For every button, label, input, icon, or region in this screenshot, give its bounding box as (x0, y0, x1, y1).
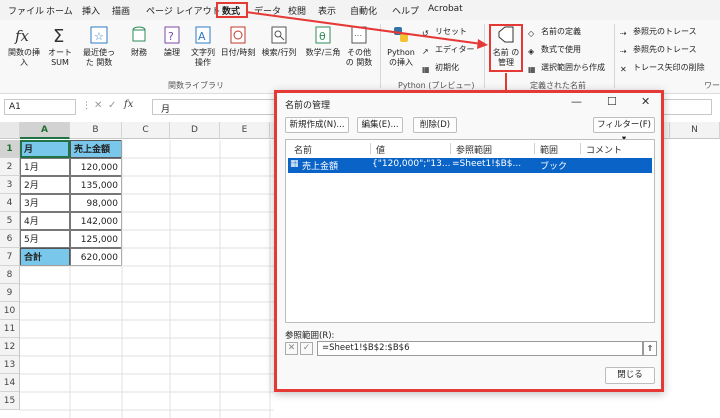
list-header-name[interactable]: 名前 (294, 143, 312, 156)
collapse-ref-icon[interactable]: ⇑ (643, 341, 657, 356)
list-header-scope[interactable]: 範囲 (540, 143, 558, 156)
filter-button[interactable]: フィルター(F) ▾ (593, 117, 655, 144)
delete-name-button[interactable]: 削除(D) (413, 117, 457, 133)
range-name-icon: ▦ (290, 159, 299, 169)
ref-input[interactable]: =Sheet1!$B$2:$B$6 (317, 341, 643, 356)
ref-label: 参照範囲(R): (285, 331, 335, 341)
entry-value: {"120,000";"13... (372, 159, 451, 169)
list-header-comment[interactable]: コメント (586, 143, 622, 156)
close-icon[interactable]: ✕ (641, 95, 650, 108)
confirm-ref-icon[interactable]: ✓ (300, 342, 313, 355)
list-header-ref[interactable]: 参照範囲 (456, 143, 492, 156)
edit-name-button[interactable]: 編集(E)... (357, 117, 403, 133)
close-button[interactable]: 閉じる (605, 367, 655, 384)
cancel-ref-icon[interactable]: ✕ (285, 342, 298, 355)
list-header-value[interactable]: 値 (376, 143, 385, 156)
entry-ref: =Sheet1!$B$... (452, 159, 522, 169)
list-item[interactable]: ▦ 売上金額 {"120,000";"13... =Sheet1!$B$... … (288, 158, 652, 173)
entry-name: 売上金額 (302, 162, 339, 172)
dialog-title: 名前の管理 (277, 93, 661, 113)
new-name-button[interactable]: 新規作成(N)... (285, 117, 349, 133)
name-manager-dialog: 名前の管理 — ☐ ✕ 新規作成(N)... 編集(E)... 削除(D) フィ… (274, 90, 664, 392)
names-list[interactable]: 名前 値 参照範囲 範囲 コメント ▦ 売上金額 {"120,000";"13.… (285, 139, 655, 323)
minimize-icon[interactable]: — (571, 95, 582, 108)
entry-scope: ブック (540, 162, 568, 172)
maximize-icon[interactable]: ☐ (607, 95, 617, 108)
